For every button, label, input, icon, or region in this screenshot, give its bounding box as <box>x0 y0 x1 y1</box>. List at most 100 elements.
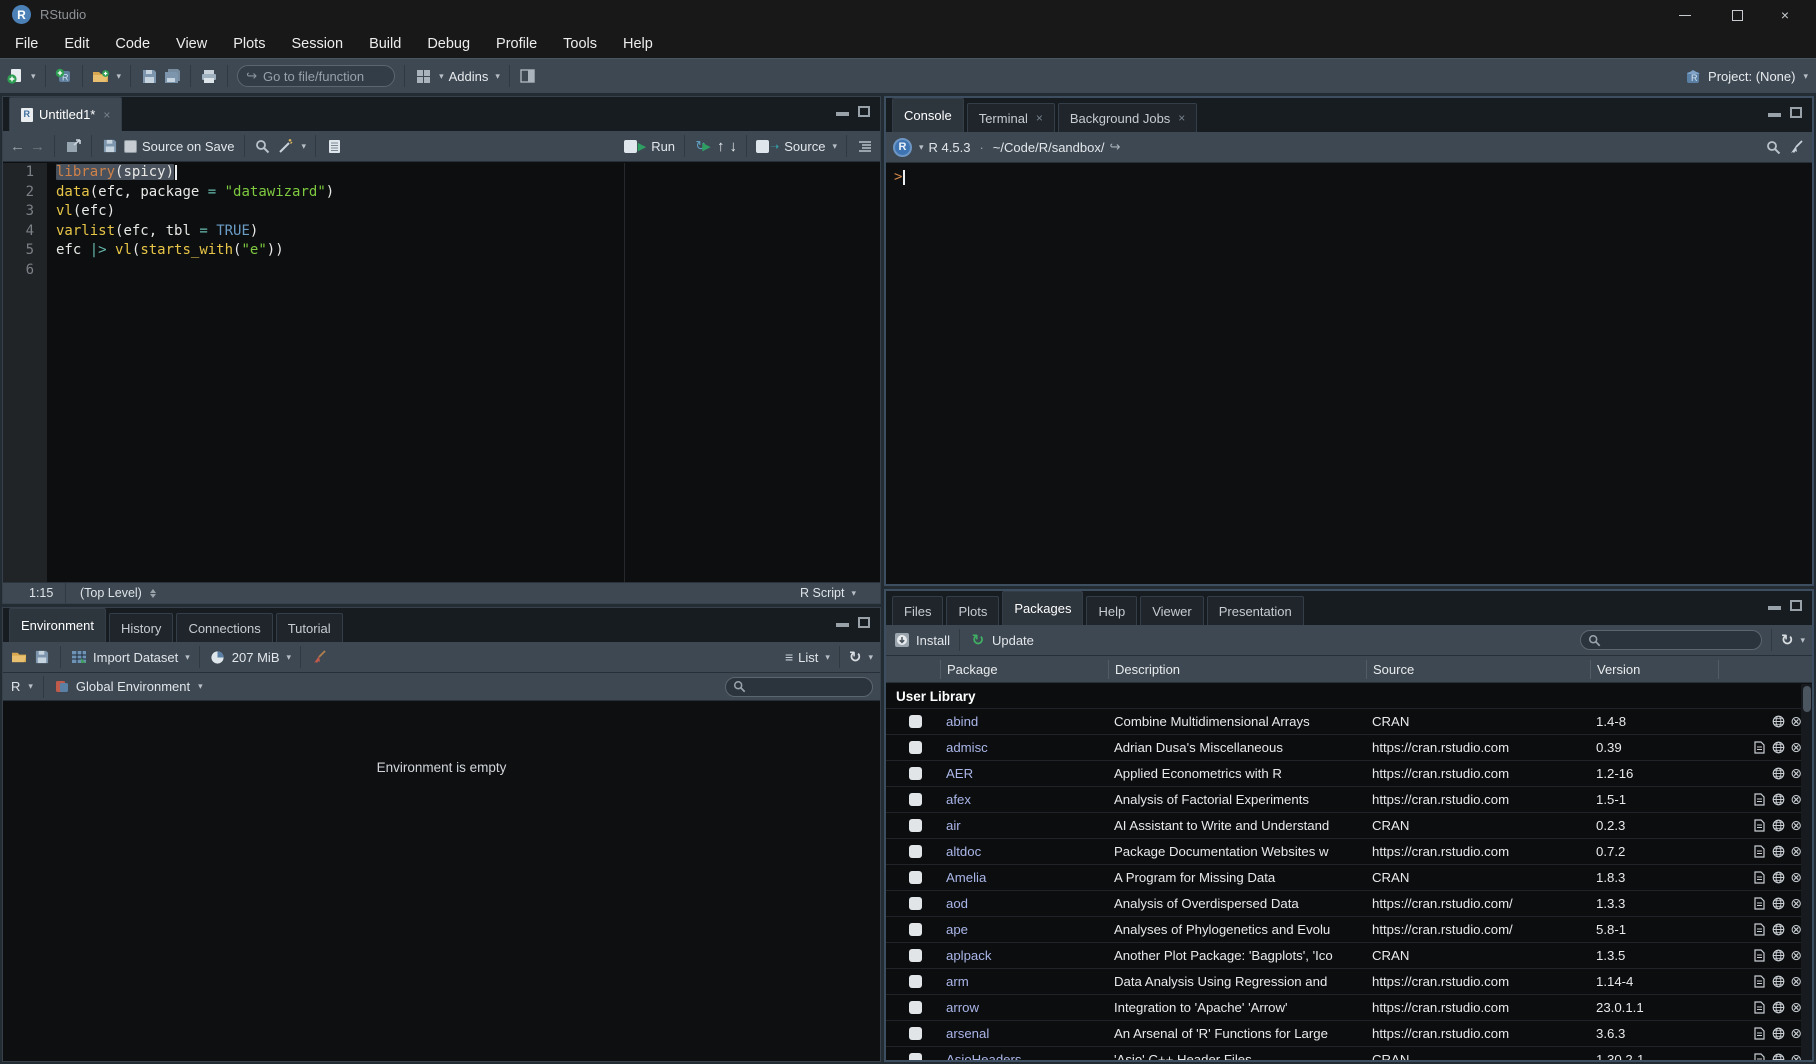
package-name-link[interactable]: abind <box>946 714 978 729</box>
clear-console-broom-icon[interactable] <box>1787 138 1805 156</box>
r-version-dropdown[interactable]: ▾ <box>919 142 924 153</box>
print-icon[interactable] <box>200 67 218 85</box>
code-line[interactable]: 1library(spicy) <box>3 163 880 183</box>
close-icon[interactable]: × <box>1178 111 1185 125</box>
code-tools-wand-icon[interactable] <box>277 137 295 155</box>
package-name-link[interactable]: altdoc <box>946 844 981 859</box>
refresh-dropdown[interactable]: ▾ <box>1800 635 1805 646</box>
scope-indicator[interactable]: (Top Level) <box>80 586 142 600</box>
pane-minimize-button[interactable] <box>1768 602 1781 610</box>
doc-type-selector[interactable]: R Script <box>800 586 844 600</box>
console-tab-console[interactable]: Console <box>892 98 964 132</box>
console-output[interactable]: > <box>886 164 1812 584</box>
console-tab-terminal[interactable]: Terminal× <box>967 103 1055 132</box>
window-close-button[interactable]: × <box>1762 0 1808 30</box>
browse-globe-icon[interactable] <box>1771 791 1785 809</box>
menu-item-file[interactable]: File <box>2 32 51 56</box>
package-name-link[interactable]: arsenal <box>946 1026 989 1041</box>
compile-report-icon[interactable] <box>325 137 343 155</box>
browse-globe-icon[interactable] <box>1771 921 1785 939</box>
back-icon[interactable]: ← <box>10 138 25 155</box>
packages-tab-help[interactable]: Help <box>1086 596 1137 625</box>
column-source[interactable]: Source <box>1366 660 1590 679</box>
scope-dropdown[interactable]: ▾ <box>198 681 203 692</box>
menu-item-plots[interactable]: Plots <box>220 32 278 56</box>
package-name-link[interactable]: arrow <box>946 1000 979 1015</box>
browse-globe-icon[interactable] <box>1771 739 1785 757</box>
environment-tab-history[interactable]: History <box>109 613 173 642</box>
install-button[interactable]: Install <box>916 633 950 648</box>
source-button[interactable]: Source <box>784 139 825 154</box>
code-line[interactable]: 2data(efc, package = "datawizard") <box>3 183 880 203</box>
language-selector[interactable]: R <box>11 679 20 694</box>
environment-tab-connections[interactable]: Connections <box>176 613 272 642</box>
package-loaded-checkbox[interactable] <box>909 819 922 832</box>
find-replace-icon[interactable] <box>254 137 272 155</box>
menu-item-tools[interactable]: Tools <box>550 32 610 56</box>
editor-tab-untitled1[interactable]: Untitled1* × <box>9 97 122 131</box>
save-workspace-icon[interactable] <box>33 648 51 666</box>
package-loaded-checkbox[interactable] <box>909 923 922 936</box>
pane-minimize-button[interactable] <box>1768 109 1781 117</box>
column-description[interactable]: Description <box>1108 660 1366 679</box>
packages-tab-files[interactable]: Files <box>892 596 943 625</box>
new-file-dropdown[interactable]: ▾ <box>31 71 36 82</box>
package-name-link[interactable]: admisc <box>946 740 988 755</box>
package-loaded-checkbox[interactable] <box>909 845 922 858</box>
manual-doc-icon[interactable] <box>1753 947 1766 965</box>
pane-minimize-button[interactable] <box>836 619 849 627</box>
package-name-link[interactable]: air <box>946 818 961 833</box>
scope-stepper-icon[interactable] <box>150 589 156 598</box>
pane-maximize-button[interactable] <box>858 617 870 628</box>
column-version[interactable]: Version <box>1590 660 1718 679</box>
package-loaded-checkbox[interactable] <box>909 871 922 884</box>
environment-search-input[interactable] <box>725 677 873 697</box>
manual-doc-icon[interactable] <box>1753 1025 1766 1043</box>
browse-globe-icon[interactable] <box>1771 765 1785 783</box>
code-line[interactable]: 4varlist(efc, tbl = TRUE) <box>3 222 880 242</box>
addins-button[interactable]: Addins <box>449 69 489 84</box>
popout-window-icon[interactable] <box>64 137 82 155</box>
environment-tab-tutorial[interactable]: Tutorial <box>276 613 343 642</box>
manual-doc-icon[interactable] <box>1753 817 1766 835</box>
code-line[interactable]: 3vl(efc) <box>3 202 880 222</box>
view-mode-dropdown[interactable]: ▾ <box>825 652 830 663</box>
environment-scope-selector[interactable]: Global Environment <box>76 679 190 694</box>
pane-minimize-button[interactable] <box>836 108 849 116</box>
code-line[interactable]: 6 <box>3 261 880 281</box>
menu-item-profile[interactable]: Profile <box>483 32 550 56</box>
browse-globe-icon[interactable] <box>1771 999 1785 1017</box>
browse-globe-icon[interactable] <box>1771 869 1785 887</box>
menu-item-help[interactable]: Help <box>610 32 666 56</box>
pane-maximize-button[interactable] <box>1790 107 1802 118</box>
goto-directory-icon[interactable]: ↪ <box>1109 139 1120 155</box>
browse-globe-icon[interactable] <box>1771 843 1785 861</box>
pane-layout-icon[interactable] <box>519 67 537 85</box>
save-icon[interactable] <box>101 137 119 155</box>
package-loaded-checkbox[interactable] <box>909 949 922 962</box>
open-file-icon[interactable] <box>92 67 110 85</box>
window-minimize-button[interactable] <box>1662 0 1708 30</box>
manual-doc-icon[interactable] <box>1753 895 1766 913</box>
save-all-icon[interactable] <box>163 67 181 85</box>
manual-doc-icon[interactable] <box>1753 869 1766 887</box>
package-loaded-checkbox[interactable] <box>909 715 922 728</box>
package-loaded-checkbox[interactable] <box>909 741 922 754</box>
console-tab-background-jobs[interactable]: Background Jobs× <box>1058 103 1197 132</box>
scrollbar-thumb[interactable] <box>1803 686 1811 712</box>
browse-globe-icon[interactable] <box>1771 817 1785 835</box>
browse-globe-icon[interactable] <box>1771 1051 1785 1061</box>
menu-item-debug[interactable]: Debug <box>414 32 483 56</box>
refresh-icon[interactable]: ↻ <box>1781 631 1794 649</box>
panes-dropdown[interactable]: ▾ <box>439 71 444 82</box>
addins-dropdown[interactable]: ▾ <box>495 71 500 82</box>
package-name-link[interactable]: aod <box>946 896 968 911</box>
manual-doc-icon[interactable] <box>1753 1051 1766 1061</box>
manual-doc-icon[interactable] <box>1753 791 1766 809</box>
packages-search-input[interactable] <box>1580 630 1762 650</box>
code-line[interactable]: 5efc |> vl(starts_with("e")) <box>3 241 880 261</box>
environment-tab-environment[interactable]: Environment <box>9 608 106 642</box>
package-name-link[interactable]: AER <box>946 766 973 781</box>
menu-item-view[interactable]: View <box>163 32 220 56</box>
manual-doc-icon[interactable] <box>1753 921 1766 939</box>
